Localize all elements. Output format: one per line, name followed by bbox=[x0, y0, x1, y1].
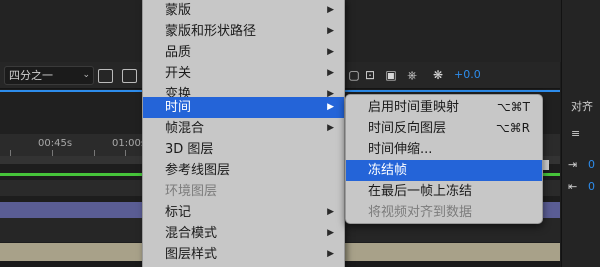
menu-item-label: 蒙版和形状路径 bbox=[165, 24, 257, 39]
align-left-icon[interactable]: ≡ bbox=[571, 127, 580, 140]
menu-item-label: 3D 图层 bbox=[165, 142, 214, 157]
submenu-item-align-video-to-data: 将视频对齐到数据 bbox=[346, 202, 542, 223]
show-snapshot-icon[interactable]: ▣ bbox=[384, 68, 398, 82]
indent-value[interactable]: 0 bbox=[588, 158, 595, 171]
submenu-item-label: 在最后一帧上冻结 bbox=[368, 184, 473, 199]
space-before-value[interactable]: 0 bbox=[588, 180, 595, 193]
zoom-value: 四分之一 bbox=[9, 69, 53, 82]
transparency-grid-icon[interactable] bbox=[122, 69, 137, 83]
submenu-item-label: 启用时间重映射 bbox=[368, 100, 460, 115]
menu-item-layer-styles[interactable]: 图层样式 ▶ bbox=[143, 244, 344, 265]
zoom-select[interactable]: 四分之一 ⌄ bbox=[4, 66, 94, 85]
menu-item-label: 混合模式 bbox=[165, 226, 218, 241]
menu-item-label: 帧混合 bbox=[165, 121, 205, 136]
menu-item-guide-layer[interactable]: 参考线图层 bbox=[143, 160, 344, 181]
submenu-arrow-icon: ▶ bbox=[327, 228, 334, 238]
time-submenu: 启用时间重映射 ⌥⌘T 时间反向图层 ⌥⌘R 时间伸缩... 冻结帧 在最后一帧上冻… bbox=[345, 94, 543, 224]
menu-item-environment-layer: 环境图层 bbox=[143, 181, 344, 202]
submenu-item-enable-time-remapping[interactable]: 启用时间重映射 ⌥⌘T bbox=[346, 97, 542, 118]
keyboard-shortcut: ⌥⌘R bbox=[495, 121, 530, 135]
align-panel bbox=[561, 0, 600, 267]
menu-item-time[interactable]: 时间 ▶ bbox=[143, 97, 344, 118]
menu-item-label: 品质 bbox=[165, 45, 192, 60]
submenu-item-label: 时间反向图层 bbox=[368, 121, 447, 136]
menu-item-label: 标记 bbox=[165, 205, 192, 220]
menu-item-label: 图层样式 bbox=[165, 247, 218, 262]
layer-context-menu: 蒙版 ▶ 蒙版和形状路径 ▶ 品质 ▶ 开关 ▶ 变换 ▶ 时间 ▶ 帧混合 ▶ 3D 图层 … bbox=[142, 0, 345, 267]
ruler-label-45s: 00:45s bbox=[38, 138, 73, 149]
submenu-arrow-icon: ▶ bbox=[327, 123, 334, 133]
keyboard-shortcut: ⌥⌘T bbox=[496, 100, 530, 114]
submenu-arrow-icon: ▶ bbox=[327, 68, 334, 78]
submenu-item-label: 将视频对齐到数据 bbox=[368, 205, 473, 220]
flowchart-icon[interactable]: ⎈ bbox=[405, 68, 419, 82]
submenu-arrow-icon: ▶ bbox=[327, 26, 334, 36]
menu-item-3d-layer[interactable]: 3D 图层 bbox=[143, 139, 344, 160]
ruler-label-60s: 01:00s bbox=[112, 138, 147, 149]
menu-item-label: 参考线图层 bbox=[165, 163, 231, 178]
indent-icon[interactable]: ⇥ bbox=[568, 158, 577, 171]
chevron-down-icon: ⌄ bbox=[82, 70, 90, 80]
submenu-arrow-icon: ▶ bbox=[327, 207, 334, 217]
menu-item-label: 环境图层 bbox=[165, 184, 218, 199]
menu-item-blending-mode[interactable]: 混合模式 ▶ bbox=[143, 223, 344, 244]
menu-item-frame-blending[interactable]: 帧混合 ▶ bbox=[143, 118, 344, 139]
mask-icon[interactable]: ▢ bbox=[347, 68, 361, 82]
snapshot-icon[interactable]: ⊡ bbox=[363, 68, 377, 82]
exposure-offset[interactable]: +0.0 bbox=[454, 66, 481, 84]
submenu-arrow-icon: ▶ bbox=[327, 249, 334, 259]
menu-item-quality[interactable]: 品质 ▶ bbox=[143, 42, 344, 63]
submenu-item-freeze-on-last-frame[interactable]: 在最后一帧上冻结 bbox=[346, 181, 542, 202]
menu-item-label: 开关 bbox=[165, 66, 192, 81]
submenu-item-label: 时间伸缩... bbox=[368, 142, 433, 157]
submenu-item-time-reverse-layer[interactable]: 时间反向图层 ⌥⌘R bbox=[346, 118, 542, 139]
menu-item-label: 时间 bbox=[165, 100, 192, 115]
submenu-item-freeze-frame[interactable]: 冻结帧 bbox=[346, 160, 542, 181]
menu-item-mask-and-shape-path[interactable]: 蒙版和形状路径 ▶ bbox=[143, 21, 344, 42]
menu-item-mask[interactable]: 蒙版 ▶ bbox=[143, 0, 344, 21]
submenu-item-time-stretch[interactable]: 时间伸缩... bbox=[346, 139, 542, 160]
menu-item-markers[interactable]: 标记 ▶ bbox=[143, 202, 344, 223]
menu-item-switches[interactable]: 开关 ▶ bbox=[143, 63, 344, 84]
submenu-arrow-icon: ▶ bbox=[327, 47, 334, 57]
align-panel-title: 对齐 bbox=[571, 100, 593, 113]
exposure-icon[interactable]: ❋ bbox=[431, 68, 445, 82]
submenu-arrow-icon: ▶ bbox=[327, 5, 334, 15]
resolution-icon[interactable] bbox=[98, 69, 113, 83]
submenu-arrow-icon: ▶ bbox=[327, 102, 334, 112]
submenu-item-label: 冻结帧 bbox=[368, 163, 408, 178]
menu-item-label: 蒙版 bbox=[165, 3, 192, 18]
space-before-icon[interactable]: ⇤ bbox=[568, 180, 577, 193]
